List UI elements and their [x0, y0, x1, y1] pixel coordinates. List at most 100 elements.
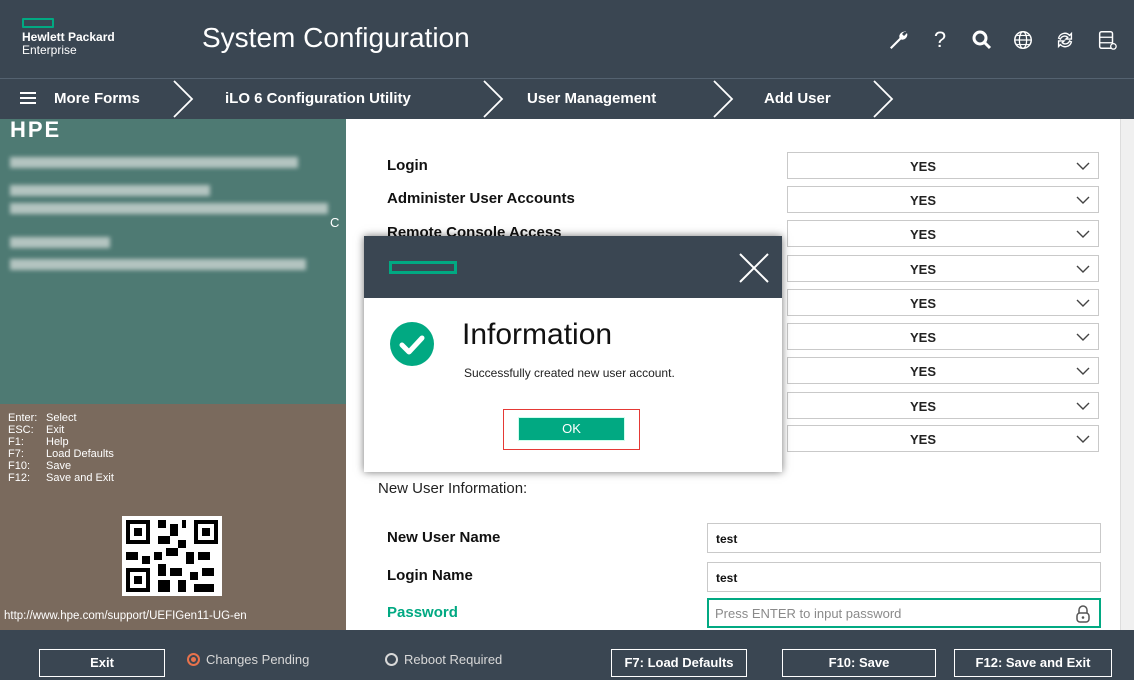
changes-pending-indicator: Changes Pending — [187, 652, 309, 667]
app-header: Hewlett Packard Enterprise System Config… — [0, 0, 1134, 78]
privilege-select[interactable]: YES — [787, 289, 1099, 316]
key-action: Select — [46, 412, 77, 424]
privilege-select[interactable]: YES — [787, 220, 1099, 247]
dialog-header — [364, 236, 782, 298]
ok-button[interactable]: OK — [518, 417, 625, 441]
key-name: F1: — [8, 436, 24, 448]
close-icon[interactable] — [738, 252, 770, 284]
chevron-down-icon — [1076, 230, 1090, 238]
user-name-input[interactable]: test — [707, 523, 1101, 553]
password-label: Password — [387, 604, 458, 621]
reboot-required-label: Reboot Required — [404, 652, 503, 667]
search-icon[interactable] — [970, 28, 994, 52]
ok-focus-frame: OK — [503, 409, 640, 450]
chevron-down-icon — [1076, 162, 1090, 170]
globe-icon[interactable] — [1012, 29, 1036, 51]
select-value: YES — [909, 330, 936, 345]
privilege-select[interactable]: YES — [787, 357, 1099, 384]
reboot-required-indicator: Reboot Required — [385, 652, 502, 667]
exit-button[interactable]: Exit — [39, 649, 165, 677]
redacted-text — [10, 203, 328, 214]
key-row: F10: Save — [8, 460, 114, 472]
password-placeholder: Press ENTER to input password — [715, 606, 902, 621]
redacted-text — [10, 237, 110, 248]
hpe-logo-bar — [389, 261, 457, 274]
chevron-down-icon — [1076, 333, 1090, 341]
privilege-select[interactable]: YES — [787, 323, 1099, 350]
breadcrumb-item-add-user: Add User — [764, 90, 831, 107]
breadcrumb-chevron-icon — [483, 80, 504, 118]
support-url[interactable]: http://www.hpe.com/support/UEFIGen11-UG-… — [4, 610, 247, 622]
dialog-message: Successfully created new user account. — [464, 366, 675, 380]
more-forms-link[interactable]: More Forms — [54, 79, 140, 119]
login-name-label: Login Name — [387, 567, 473, 584]
storage-icon[interactable] — [1096, 29, 1120, 51]
select-value: YES — [909, 227, 936, 242]
refresh-icon[interactable] — [1054, 29, 1078, 51]
radio-on-icon — [187, 653, 200, 666]
brand-line2: Enterprise — [22, 43, 77, 57]
select-value: YES — [909, 399, 936, 414]
select-value: YES — [909, 159, 936, 174]
page-title: System Configuration — [202, 22, 470, 53]
info-suffix: C — [330, 215, 340, 230]
privilege-select[interactable]: YES — [787, 255, 1099, 282]
privilege-select[interactable]: YES — [787, 152, 1099, 179]
user-name-label: New User Name — [387, 529, 501, 546]
header-toolbar: ? — [886, 28, 1120, 52]
dialog-title: Information — [462, 318, 613, 351]
key-list: Enter: Select ESC: Exit F1: Help F7: Load De… — [8, 412, 114, 484]
section-title: New User Information: — [378, 480, 528, 497]
changes-pending-label: Changes Pending — [206, 652, 310, 667]
login-name-input[interactable]: test — [707, 562, 1101, 592]
breadcrumb-item-user-management[interactable]: User Management — [527, 79, 656, 119]
password-field[interactable]: Press ENTER to input password — [707, 598, 1101, 628]
scrollbar[interactable] — [1120, 119, 1134, 630]
system-brand-text: HPE — [10, 119, 62, 142]
redacted-text — [10, 157, 298, 168]
lock-icon — [1076, 605, 1090, 623]
key-action: Save and Exit — [46, 472, 114, 484]
chevron-down-icon — [1076, 196, 1090, 204]
key-name: F12: — [8, 472, 31, 484]
chevron-down-icon — [1076, 265, 1090, 273]
input-value: test — [716, 532, 738, 546]
redacted-text — [10, 185, 210, 196]
privilege-select[interactable]: YES — [787, 186, 1099, 213]
chevron-down-icon — [1076, 435, 1090, 443]
system-info-panel: HPE C — [0, 119, 346, 404]
key-row: F12: Save and Exit — [8, 472, 114, 484]
chevron-down-icon — [1076, 402, 1090, 410]
success-check-icon — [390, 322, 434, 366]
key-row: F7: Load Defaults — [8, 448, 114, 460]
menu-icon[interactable] — [20, 90, 36, 111]
key-action: Save — [46, 460, 72, 472]
key-help-panel: Enter: Select ESC: Exit F1: Help F7: Load De… — [0, 404, 346, 630]
select-value: YES — [909, 364, 936, 379]
info-dialog: Information Successfully created new use… — [364, 236, 782, 472]
wrench-icon[interactable] — [886, 28, 910, 52]
radio-off-icon — [385, 653, 398, 666]
hpe-logo-bar — [22, 18, 54, 28]
chevron-down-icon — [1076, 299, 1090, 307]
key-row: F1: Help — [8, 436, 114, 448]
breadcrumb-chevron-icon — [873, 80, 894, 118]
breadcrumb-item-ilo[interactable]: iLO 6 Configuration Utility — [225, 79, 411, 119]
save-button[interactable]: F10: Save — [782, 649, 936, 677]
load-defaults-button[interactable]: F7: Load Defaults — [611, 649, 747, 677]
breadcrumb-chevron-icon — [173, 80, 194, 118]
breadcrumb: More Forms iLO 6 Configuration Utility U… — [0, 78, 1134, 119]
save-and-exit-button[interactable]: F12: Save and Exit — [954, 649, 1112, 677]
hpe-logo: Hewlett Packard Enterprise — [22, 18, 115, 56]
qr-code-icon — [122, 516, 222, 596]
privilege-label: Administer User Accounts — [387, 190, 575, 207]
breadcrumb-chevron-icon — [713, 80, 734, 118]
privilege-select[interactable]: YES — [787, 425, 1099, 452]
key-action: Help — [46, 436, 69, 448]
privilege-label: Login — [387, 157, 428, 174]
footer-bar: Exit Changes Pending Reboot Required F7:… — [0, 630, 1134, 680]
key-name: F7: — [8, 448, 24, 460]
help-icon[interactable]: ? — [928, 28, 952, 52]
privilege-select[interactable]: YES — [787, 392, 1099, 419]
select-value: YES — [909, 432, 936, 447]
